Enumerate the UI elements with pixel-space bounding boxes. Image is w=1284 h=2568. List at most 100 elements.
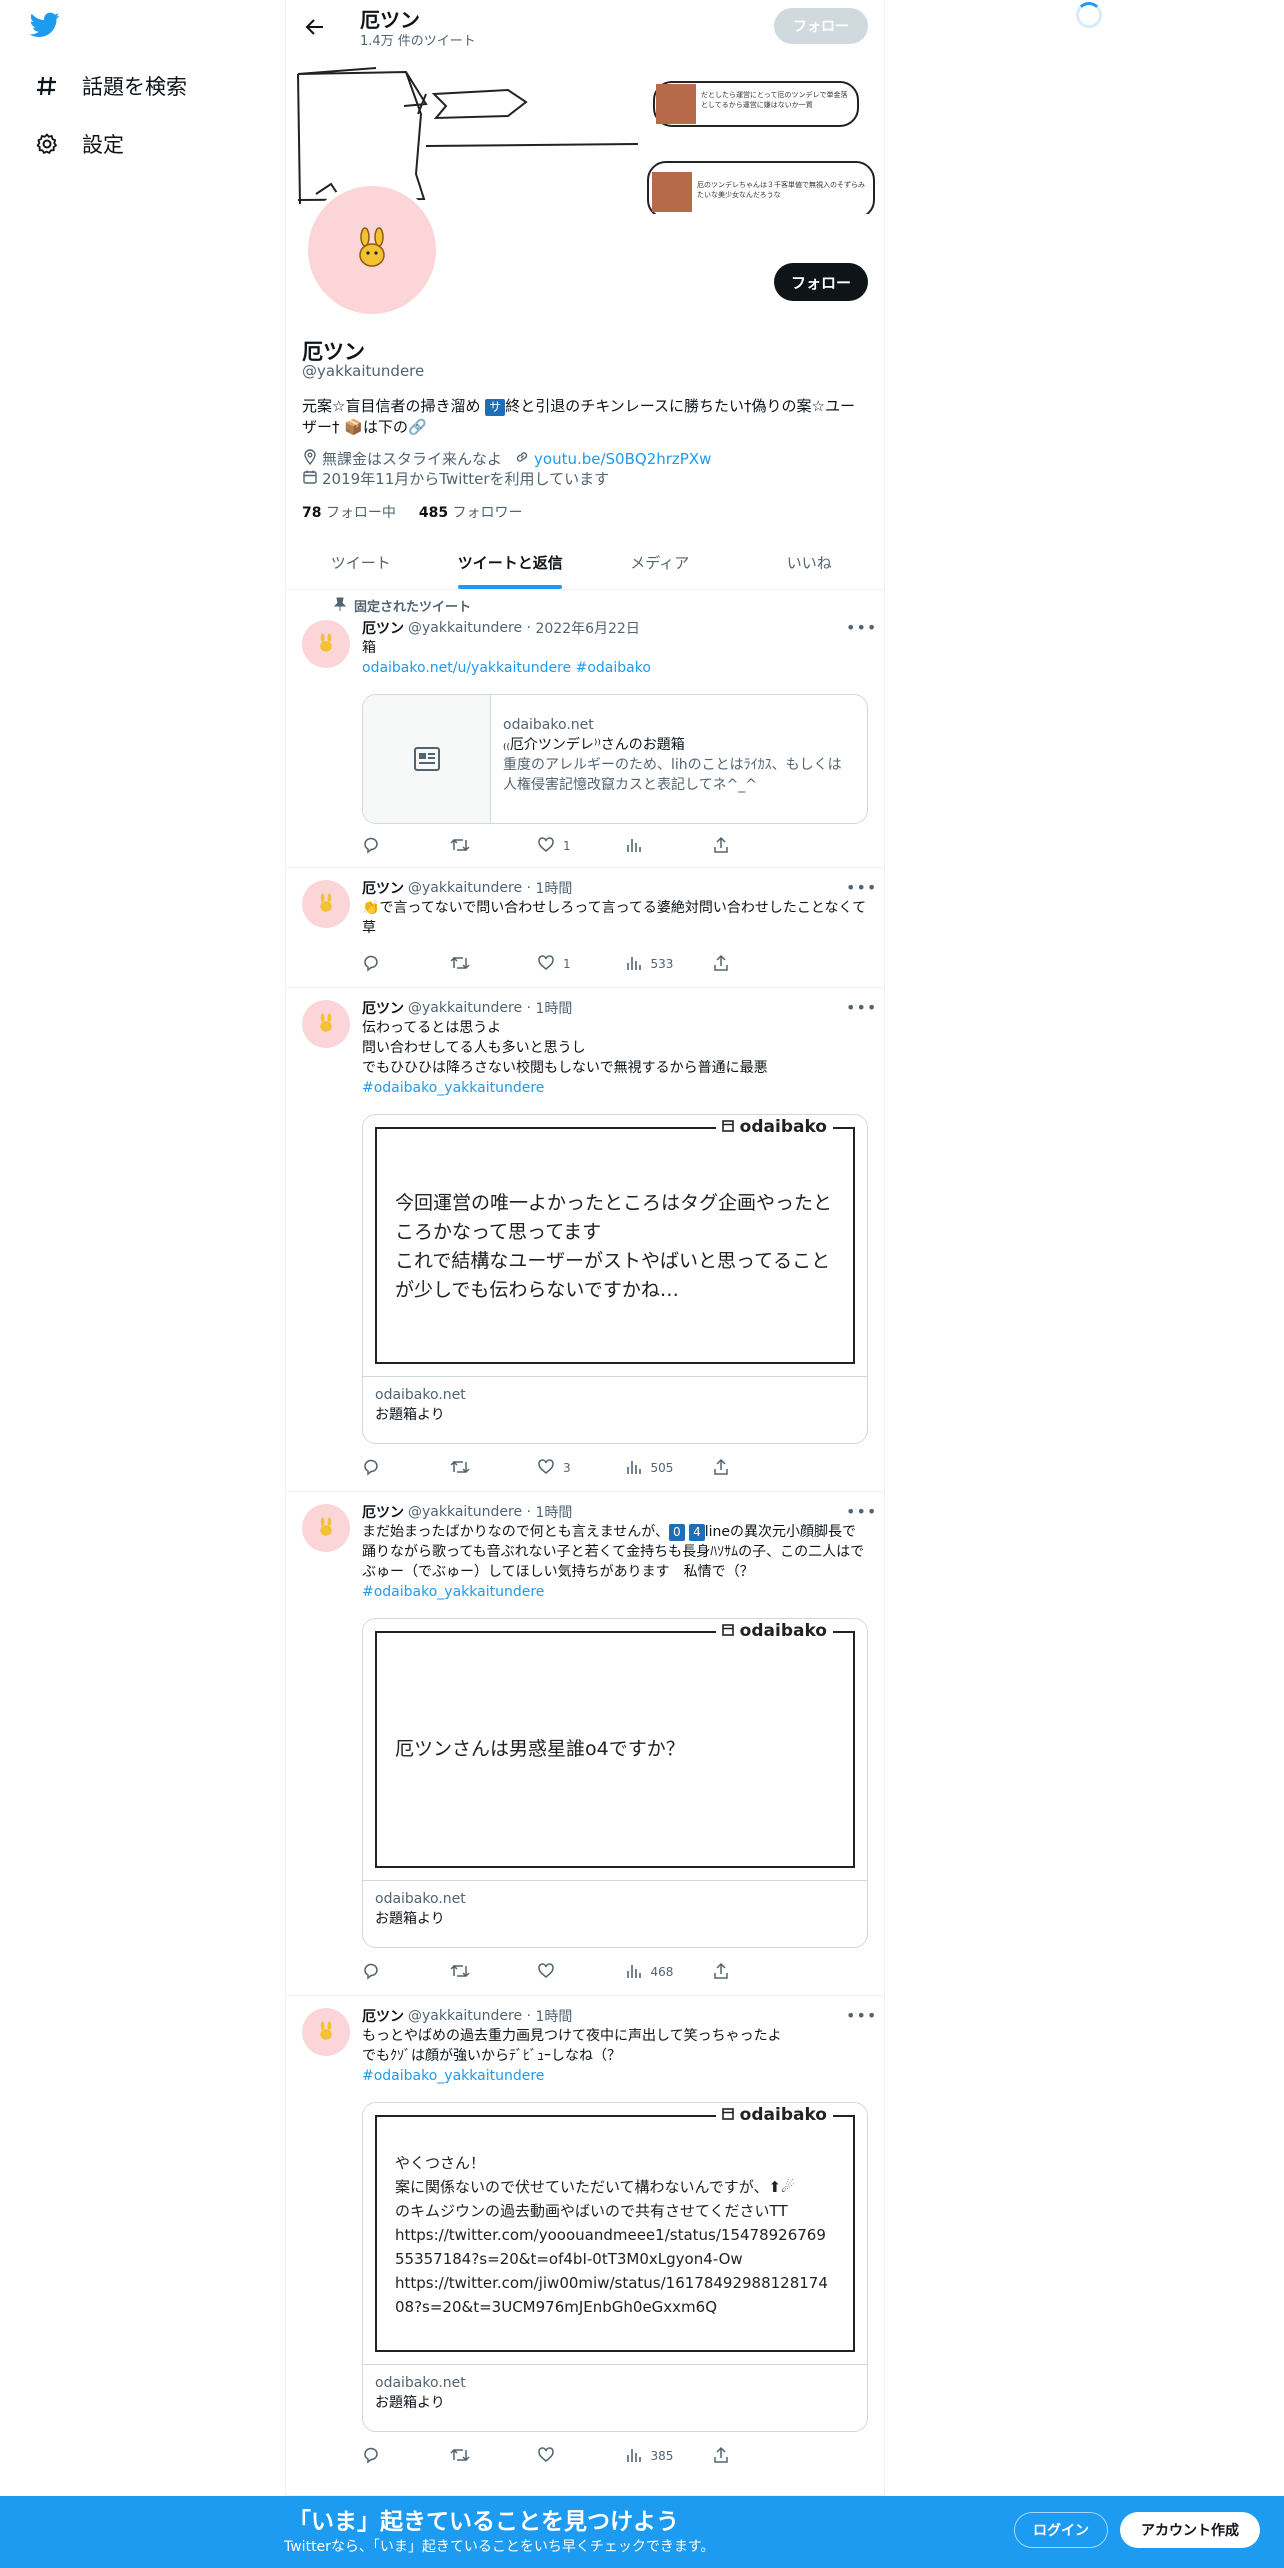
tweet-hashtag[interactable]: #odaibako_yakkaitundere [362,1078,868,1098]
odaibako-question: 厄ツンさんは男惑星誰o4ですか？ [395,1738,685,1760]
tweet-emoji-box: 4 [689,1524,705,1541]
share-button[interactable] [712,954,792,974]
tweet-time[interactable]: 2022年6月22日 [535,618,639,638]
card-meta: odaibako.net お題箱より [363,1377,867,1433]
follow-button[interactable]: フォロー [774,263,868,301]
tweet-author-handle[interactable]: @yakkaitundere [408,2008,522,2024]
share-button[interactable] [712,1962,792,1982]
tweet-link[interactable]: odaibako.net/u/yakkaitundere #odaibako [362,658,868,678]
profile-link[interactable]: youtu.be/S0BQ2hrzPXw [534,450,711,468]
tweet-author-handle[interactable]: @yakkaitundere [408,620,522,636]
tweet-author-handle[interactable]: @yakkaitundere [408,880,522,896]
like-button[interactable] [537,2446,617,2466]
card-domain: odaibako.net [375,2375,466,2391]
following-link[interactable]: 78 フォロー中 [302,505,396,521]
tweet-avatar[interactable] [302,880,350,928]
retweet-button[interactable] [449,1962,530,1982]
nav-settings[interactable]: 設定 [34,122,124,166]
views-button[interactable]: 385 [625,2446,705,2466]
tweet-time[interactable]: 1時間 [535,1502,572,1522]
tweet-time[interactable]: 1時間 [535,878,572,898]
odaibako-card[interactable]: odaibako 今回運営の唯一よかったところはタグ企画やったところかなって思っ… [362,1114,868,1444]
like-button[interactable]: 1 [537,836,617,856]
tweet-item[interactable]: ••• 厄ツン @yakkaitundere · 1時間 👏で言ってないで問い合わ… [286,868,884,988]
reply-button[interactable] [362,1458,442,1478]
tweet-author-handle[interactable]: @yakkaitundere [408,1504,522,1520]
tweet-actions: 1 533 [362,954,792,974]
tweet-author-name[interactable]: 厄ツン [362,998,404,1018]
twitter-logo-icon[interactable] [29,12,66,48]
odaibako-card[interactable]: odaibako 厄ツンさんは男惑星誰o4ですか？ odaibako.net お… [362,1618,868,1948]
views-button[interactable]: 533 [625,954,705,974]
tab-tweets[interactable]: ツイート [286,536,436,589]
like-count: 1 [563,957,571,971]
tweet-author-name[interactable]: 厄ツン [362,2006,404,2026]
tweet-item[interactable]: ••• 厄ツン @yakkaitundere · 1時間 まだ始まったばかりなので… [286,1492,884,1996]
like-icon [537,836,555,857]
like-icon [537,954,555,975]
retweet-button[interactable] [449,2446,530,2467]
reply-button[interactable] [362,954,442,974]
tweet-avatar[interactable] [302,1504,350,1552]
view-count: 505 [650,1461,674,1475]
tweet-item[interactable]: ••• 厄ツン @yakkaitundere · 1時間 伝わってるとは思うよ 問… [286,988,884,1492]
tweet-hashtag[interactable]: #odaibako_yakkaitundere [362,1582,868,1602]
views-button[interactable]: 505 [625,1458,705,1478]
reply-icon [362,1458,380,1479]
signup-banner-title: 「いま」起きていることを見つけよう [288,2509,679,2535]
back-arrow-icon[interactable] [298,10,332,44]
tweet-author-name[interactable]: 厄ツン [362,618,404,638]
views-button[interactable]: 468 [625,1962,705,1982]
link-icon [514,449,534,469]
followers-link[interactable]: 485 フォロワー [419,505,523,521]
retweet-icon [449,1458,470,1479]
odaibako-frame: odaibako 厄ツンさんは男惑星誰o4ですか？ [375,1621,855,1868]
signup-button[interactable]: アカウント作成 [1120,2512,1260,2548]
tweet-avatar[interactable] [302,1000,350,1048]
tweet-time[interactable]: 1時間 [535,2006,572,2026]
reply-button[interactable] [362,2446,442,2466]
tab-tweets-replies[interactable]: ツイートと返信 [436,536,586,589]
like-button[interactable]: 1 [537,954,617,974]
share-button[interactable] [712,2446,792,2466]
login-button[interactable]: ログイン [1014,2512,1108,2548]
retweet-button[interactable] [449,1458,530,1479]
tweet-item[interactable]: ••• 厄ツン @yakkaitundere · 1時間 もっとやばめの過去重力画… [286,1996,884,2496]
profile-stats: 78 フォロー中 485 フォロワー [302,502,523,522]
reply-button[interactable] [362,836,442,856]
reply-button[interactable] [362,1962,442,1982]
like-button[interactable]: 3 [537,1458,617,1478]
retweet-icon [449,2446,470,2467]
odaibako-brand-text: odaibako [739,2105,827,2125]
tweet-avatar[interactable] [302,2008,350,2056]
odaibako-brand: odaibako [715,1117,833,1137]
share-button[interactable] [712,836,792,856]
tweet-author-handle[interactable]: @yakkaitundere [408,1000,522,1016]
tweet-item[interactable]: 固定されたツイート ••• 厄ツン @yakkaitundere · 2022年6… [286,590,884,868]
share-button[interactable] [712,1458,792,1478]
tweet-hashtag[interactable]: #odaibako_yakkaitundere [362,2066,868,2086]
odaibako-card[interactable]: odaibako やくつさん！ 案に関係ないので伏せていただいて構わないんですが… [362,2102,868,2432]
tab-media[interactable]: メディア [585,536,735,589]
following-count: 78 [302,505,322,521]
tweet-actions: 468 [362,1962,792,1982]
header-follow-button[interactable]: フォロー [774,8,868,44]
tweet-time[interactable]: 1時間 [535,998,572,1018]
tweet-body: 厄ツン @yakkaitundere · 2022年6月22日 箱 odaibak… [362,618,868,678]
like-button[interactable] [537,1962,617,1982]
tab-likes[interactable]: いいね [735,536,885,589]
avatar[interactable] [304,182,440,318]
views-button[interactable] [625,836,705,856]
tweet-avatar[interactable] [302,620,350,668]
link-card[interactable]: odaibako.net ₍₍厄介ツンデレ⁾⁾さんのお題箱 重度のアレルギーのた… [362,694,868,824]
tweet-author-name[interactable]: 厄ツン [362,878,404,898]
retweet-button[interactable] [449,954,530,974]
reply-icon [362,954,380,975]
card-title: ₍₍厄介ツンデレ⁾⁾さんのお題箱 [503,737,685,753]
tweet-author-name[interactable]: 厄ツン [362,1502,404,1522]
retweet-button[interactable] [449,836,530,856]
profile-handle: @yakkaitundere [302,362,425,380]
nav-explore[interactable]: 話題を検索 [34,64,187,108]
share-icon [712,2446,730,2467]
link-card-meta: odaibako.net ₍₍厄介ツンデレ⁾⁾さんのお題箱 重度のアレルギーのた… [491,695,867,823]
